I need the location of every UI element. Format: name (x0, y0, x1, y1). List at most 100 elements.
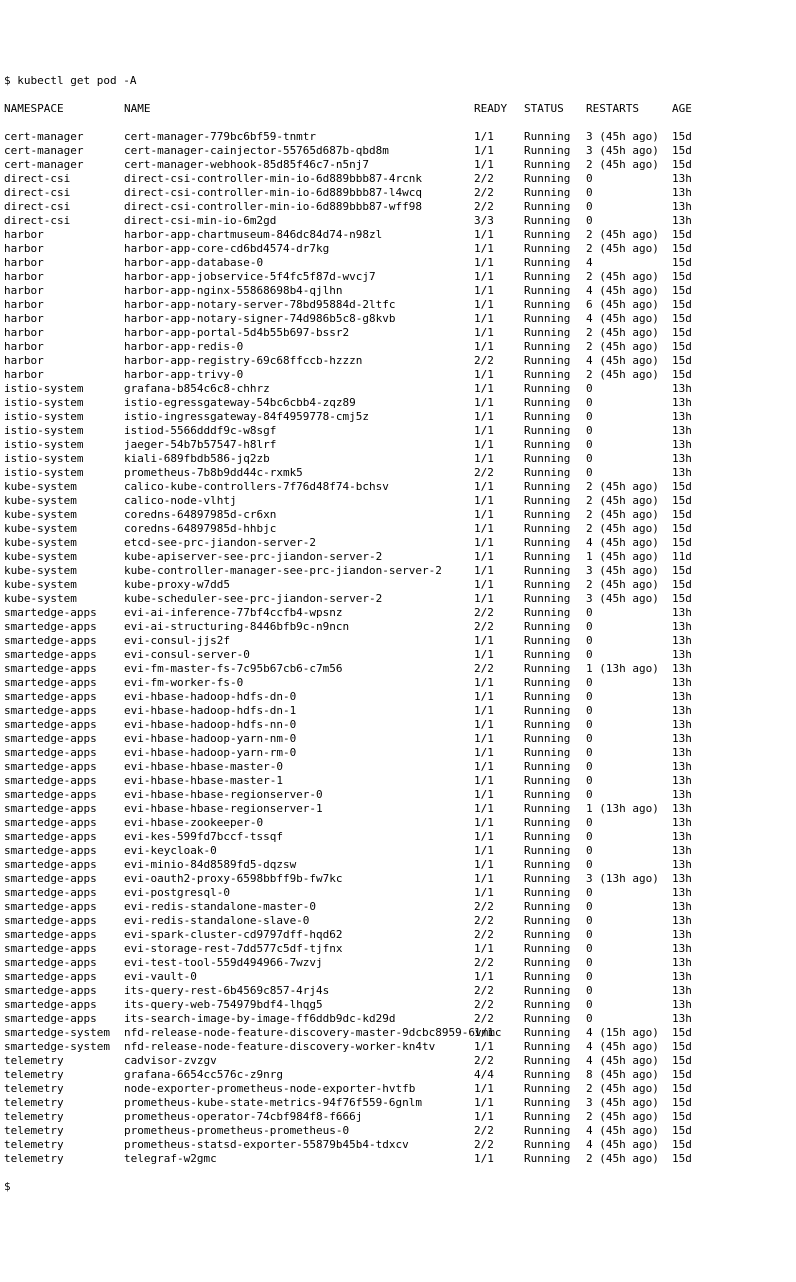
cell-status: Running (524, 900, 586, 914)
table-row: smartedge-appsits-query-web-754979bdf4-l… (4, 998, 792, 1012)
cell-age: 13h (672, 956, 712, 970)
cell-age: 15d (672, 1040, 712, 1054)
cell-restarts: 2 (45h ago) (586, 228, 672, 242)
cell-ready: 1/1 (474, 1082, 524, 1096)
cell-name: its-query-web-754979bdf4-lhqg5 (124, 998, 474, 1012)
cell-restarts: 8 (45h ago) (586, 1068, 672, 1082)
cell-age: 15d (672, 326, 712, 340)
cell-name: evi-hbase-hbase-master-0 (124, 760, 474, 774)
terminal-output: $ kubectl get pod -A NAMESPACENAMEREADYS… (4, 60, 792, 1208)
cell-status: Running (524, 396, 586, 410)
cell-namespace: direct-csi (4, 214, 124, 228)
cell-restarts: 4 (45h ago) (586, 284, 672, 298)
cell-namespace: smartedge-apps (4, 802, 124, 816)
cell-namespace: istio-system (4, 424, 124, 438)
cell-age: 15d (672, 1124, 712, 1138)
cell-status: Running (524, 452, 586, 466)
cell-age: 15d (672, 270, 712, 284)
cell-restarts: 0 (586, 214, 672, 228)
cell-status: Running (524, 1040, 586, 1054)
table-row: smartedge-systemnfd-release-node-feature… (4, 1026, 792, 1040)
cell-ready: 1/1 (474, 1040, 524, 1054)
cell-age: 15d (672, 340, 712, 354)
table-row: telemetrygrafana-6654cc576c-z9nrg4/4Runn… (4, 1068, 792, 1082)
cell-age: 15d (672, 130, 712, 144)
cell-namespace: harbor (4, 228, 124, 242)
cell-status: Running (524, 620, 586, 634)
cell-status: Running (524, 550, 586, 564)
cell-ready: 1/1 (474, 550, 524, 564)
cell-age: 13h (672, 788, 712, 802)
cell-ready: 1/1 (474, 158, 524, 172)
cell-ready: 1/1 (474, 1026, 524, 1040)
table-row: smartedge-appsevi-consul-server-01/1Runn… (4, 648, 792, 662)
cell-age: 13h (672, 214, 712, 228)
cell-ready: 1/1 (474, 424, 524, 438)
table-row: direct-csidirect-csi-controller-min-io-6… (4, 186, 792, 200)
cell-age: 15d (672, 578, 712, 592)
cell-age: 13h (672, 648, 712, 662)
header-namespace: NAMESPACE (4, 102, 124, 116)
cell-age: 13h (672, 676, 712, 690)
cell-ready: 1/1 (474, 1110, 524, 1124)
cell-ready: 2/2 (474, 956, 524, 970)
cell-age: 13h (672, 186, 712, 200)
cell-namespace: telemetry (4, 1054, 124, 1068)
table-row: smartedge-appsevi-hbase-hbase-master-11/… (4, 774, 792, 788)
cell-namespace: smartedge-apps (4, 956, 124, 970)
cell-ready: 1/1 (474, 1152, 524, 1166)
cell-namespace: telemetry (4, 1124, 124, 1138)
cell-name: evi-storage-rest-7dd577c5df-tjfnx (124, 942, 474, 956)
cell-namespace: telemetry (4, 1152, 124, 1166)
cell-status: Running (524, 466, 586, 480)
cell-name: kube-proxy-w7dd5 (124, 578, 474, 592)
cell-restarts: 0 (586, 984, 672, 998)
cell-name: evi-kes-599fd7bccf-tssqf (124, 830, 474, 844)
cell-restarts: 0 (586, 396, 672, 410)
cell-restarts: 0 (586, 382, 672, 396)
cell-namespace: smartedge-apps (4, 984, 124, 998)
table-row: cert-managercert-manager-779bc6bf59-tnmt… (4, 130, 792, 144)
prompt-symbol: $ (4, 1180, 11, 1194)
cell-name: kube-controller-manager-see-prc-jiandon-… (124, 564, 474, 578)
cell-namespace: harbor (4, 354, 124, 368)
cell-age: 13h (672, 774, 712, 788)
table-row: direct-csidirect-csi-min-io-6m2gd3/3Runn… (4, 214, 792, 228)
cell-restarts: 3 (45h ago) (586, 1096, 672, 1110)
cell-ready: 1/1 (474, 858, 524, 872)
cell-namespace: istio-system (4, 396, 124, 410)
cell-status: Running (524, 382, 586, 396)
cell-restarts: 0 (586, 648, 672, 662)
table-row: kube-systemcalico-kube-controllers-7f76d… (4, 480, 792, 494)
cell-status: Running (524, 1110, 586, 1124)
cell-namespace: smartedge-apps (4, 690, 124, 704)
table-row: smartedge-appsevi-hbase-hadoop-hdfs-dn-0… (4, 690, 792, 704)
table-row: kube-systemkube-proxy-w7dd51/1Running2 (… (4, 578, 792, 592)
cell-name: coredns-64897985d-hhbjc (124, 522, 474, 536)
cell-restarts: 2 (45h ago) (586, 508, 672, 522)
table-row: direct-csidirect-csi-controller-min-io-6… (4, 172, 792, 186)
table-row: istio-systemgrafana-b854c6c8-chhrz1/1Run… (4, 382, 792, 396)
cell-status: Running (524, 1082, 586, 1096)
cell-ready: 1/1 (474, 508, 524, 522)
cell-ready: 4/4 (474, 1068, 524, 1082)
cell-restarts: 0 (586, 998, 672, 1012)
cell-status: Running (524, 732, 586, 746)
cell-status: Running (524, 256, 586, 270)
cell-status: Running (524, 144, 586, 158)
cell-age: 13h (672, 382, 712, 396)
cell-status: Running (524, 928, 586, 942)
cell-restarts: 3 (45h ago) (586, 130, 672, 144)
cell-ready: 1/1 (474, 340, 524, 354)
cell-restarts: 0 (586, 410, 672, 424)
cell-namespace: smartedge-apps (4, 1012, 124, 1026)
cell-ready: 2/2 (474, 928, 524, 942)
cell-name: istiod-5566dddf9c-w8sgf (124, 424, 474, 438)
cell-name: harbor-app-database-0 (124, 256, 474, 270)
cell-age: 15d (672, 1152, 712, 1166)
table-row: istio-systemistio-ingressgateway-84f4959… (4, 410, 792, 424)
cell-name: kiali-689fbdb586-jq2zb (124, 452, 474, 466)
table-row: smartedge-appsevi-redis-standalone-maste… (4, 900, 792, 914)
cell-namespace: smartedge-apps (4, 970, 124, 984)
cell-name: cert-manager-779bc6bf59-tnmtr (124, 130, 474, 144)
